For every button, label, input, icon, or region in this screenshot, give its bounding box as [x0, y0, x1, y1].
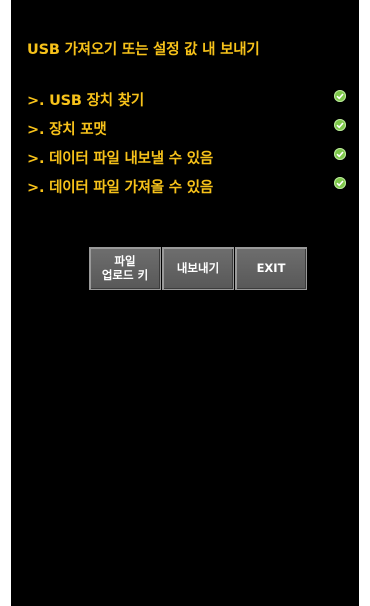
- page-title: USB 가져오기 또는 설정 값 내 보내기: [27, 42, 260, 58]
- export-label: 내보내기: [176, 260, 220, 275]
- status-label: >. 장치 포맷: [27, 122, 107, 138]
- file-upload-key-label: 파일 업로드 키: [101, 254, 149, 282]
- status-label: >. 데이터 파일 내보낼 수 있음: [27, 151, 214, 167]
- check-circle-icon: [334, 119, 346, 131]
- status-item-export-ready: >. 데이터 파일 내보낼 수 있음: [27, 145, 355, 167]
- status-item-usb-detect: >. USB 장치 찾기: [27, 87, 355, 109]
- export-button[interactable]: 내보내기: [162, 247, 234, 290]
- check-circle-icon: [334, 148, 346, 160]
- status-label: >. 데이터 파일 가져올 수 있음: [27, 180, 214, 196]
- check-circle-icon: [334, 90, 346, 102]
- status-label: >. USB 장치 찾기: [27, 93, 145, 109]
- status-item-import-ready: >. 데이터 파일 가져올 수 있음: [27, 174, 355, 196]
- check-circle-icon: [334, 177, 346, 189]
- status-item-device-format: >. 장치 포맷: [27, 116, 355, 138]
- file-upload-key-button[interactable]: 파일 업로드 키: [89, 247, 161, 290]
- exit-label: EXIT: [256, 260, 286, 275]
- exit-button[interactable]: EXIT: [235, 247, 307, 290]
